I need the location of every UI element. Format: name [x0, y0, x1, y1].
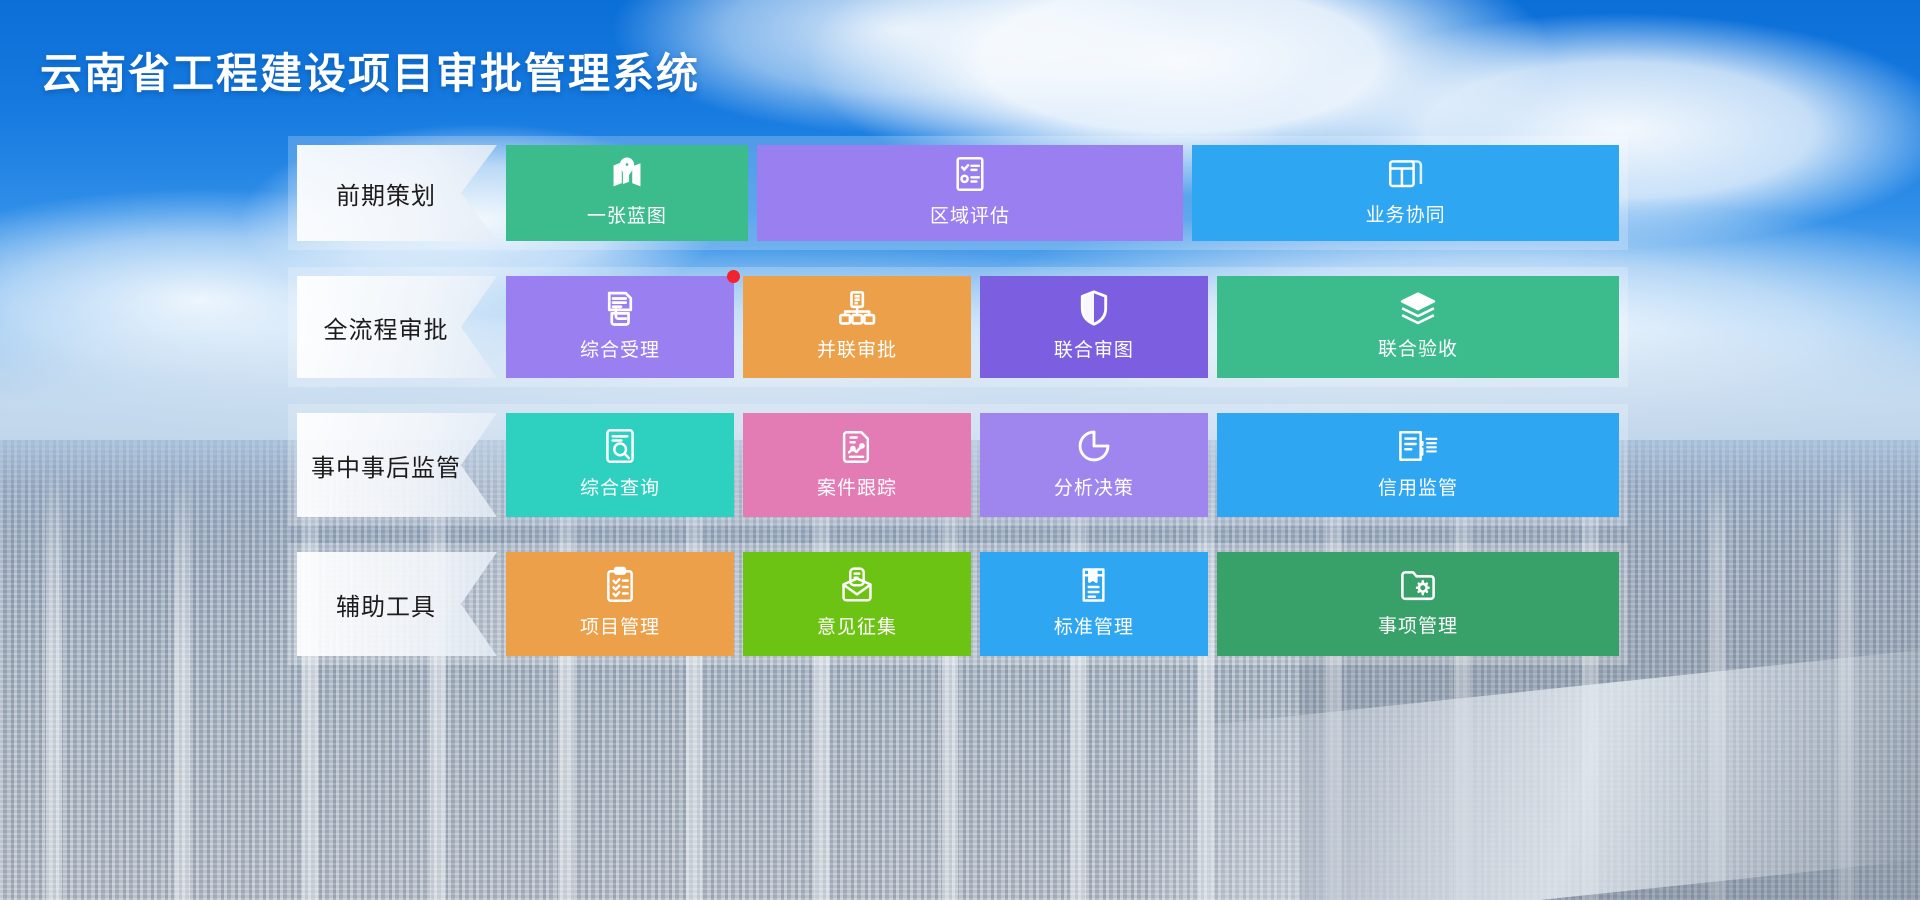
- module-card[interactable]: 一张蓝图: [506, 145, 748, 241]
- folder-gear-icon: [1398, 567, 1438, 603]
- row-label-text: 前期策划: [336, 182, 436, 210]
- envelope-feedback-icon: [839, 566, 875, 604]
- row-auxiliary-tools: 辅助工具 项目管理 意见征集 标准管理 事项管理: [288, 543, 1628, 665]
- module-card[interactable]: 综合受理: [506, 270, 740, 378]
- module-card-label: 信用监管: [1377, 477, 1458, 499]
- card-group: 综合查询 案件跟踪 分析决策 信用监管: [506, 413, 1620, 517]
- page-title: 云南省工程建设项目审批管理系统: [40, 50, 701, 97]
- card-group: 一张蓝图 区域评估 业务协同: [506, 145, 1619, 241]
- module-card[interactable]: 分析决策: [979, 413, 1208, 517]
- module-card-label: 项目管理: [579, 616, 660, 638]
- module-card-label: 联合验收: [1377, 338, 1458, 360]
- row-label: 前期策划: [297, 145, 497, 241]
- module-card-label: 并联审批: [816, 339, 897, 361]
- row-label: 全流程审批: [297, 276, 497, 378]
- clipboard-check-icon: [603, 566, 637, 604]
- notification-badge-dot: [726, 270, 740, 283]
- document-hand-icon: [601, 289, 639, 327]
- module-card[interactable]: 信用监管: [1216, 413, 1620, 517]
- module-card[interactable]: 联合验收: [1216, 276, 1620, 378]
- module-card-label: 意见征集: [816, 616, 897, 638]
- module-card[interactable]: 事项管理: [1216, 552, 1620, 656]
- module-card-label: 案件跟踪: [816, 477, 897, 499]
- document-search-icon: [602, 427, 638, 465]
- module-card-label: 综合查询: [579, 477, 660, 499]
- checklist-icon: [952, 155, 988, 193]
- app-root: 云南省工程建设项目审批管理系统 前期策划 一张蓝图 区域评估 业务协同全流程审批…: [0, 0, 1920, 900]
- row-full-process-approval: 全流程审批 综合受理 并联审批 联合审图 联合验收: [288, 267, 1628, 387]
- shield-icon: [1078, 289, 1110, 327]
- row-label-text: 事中事后监管: [311, 454, 461, 482]
- card-group: 综合受理 并联审批 联合审图 联合验收: [506, 270, 1620, 378]
- module-card[interactable]: 并联审批: [742, 276, 971, 378]
- module-card[interactable]: 案件跟踪: [742, 413, 971, 517]
- row-in-and-post-supervision: 事中事后监管 综合查询 案件跟踪 分析决策 信用监管: [288, 404, 1628, 526]
- collab-window-icon: [1387, 156, 1425, 192]
- module-card[interactable]: 意见征集: [742, 552, 971, 656]
- module-card-label: 综合受理: [579, 339, 660, 361]
- org-chart-icon: [837, 289, 877, 327]
- row-early-planning: 前期策划 一张蓝图 区域评估 业务协同: [288, 136, 1628, 250]
- module-card[interactable]: 联合审图: [979, 276, 1208, 378]
- credit-document-icon: [1396, 427, 1440, 465]
- module-card[interactable]: 项目管理: [506, 552, 734, 656]
- pie-chart-icon: [1075, 427, 1113, 465]
- layers-icon: [1398, 290, 1438, 326]
- module-card-label: 一张蓝图: [586, 205, 667, 227]
- module-card-label: 业务协同: [1365, 204, 1446, 226]
- module-card[interactable]: 综合查询: [506, 413, 734, 517]
- module-card-label: 事项管理: [1377, 615, 1458, 637]
- row-label: 辅助工具: [297, 552, 497, 656]
- row-label-text: 辅助工具: [336, 593, 436, 621]
- module-card-label: 区域评估: [929, 205, 1010, 227]
- module-card-label: 分析决策: [1053, 477, 1134, 499]
- case-track-icon: [839, 427, 875, 465]
- row-label: 事中事后监管: [297, 413, 497, 517]
- module-card-label: 联合审图: [1053, 339, 1134, 361]
- card-group: 项目管理 意见征集 标准管理 事项管理: [506, 552, 1620, 656]
- module-card-label: 标准管理: [1053, 616, 1134, 638]
- module-grid: 前期策划 一张蓝图 区域评估 业务协同 全流程审批 综合受理 并联审批 联合审图…: [288, 136, 1628, 665]
- row-label-text: 全流程审批: [323, 316, 449, 344]
- module-card[interactable]: 业务协同: [1192, 145, 1619, 241]
- module-card[interactable]: 区域评估: [756, 145, 1184, 241]
- module-card[interactable]: 标准管理: [979, 552, 1208, 656]
- map-pin-icon: [608, 155, 646, 193]
- book-standard-icon: [1077, 566, 1111, 604]
